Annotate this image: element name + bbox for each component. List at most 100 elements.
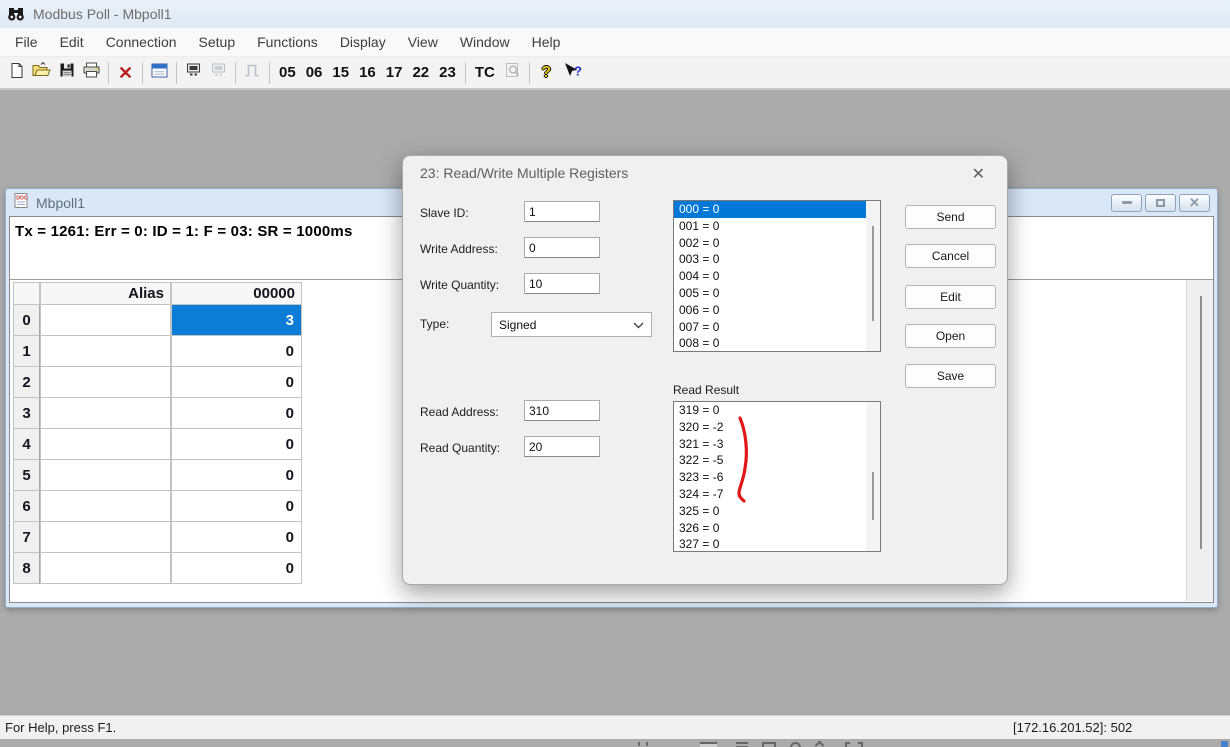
function-16-button[interactable]: 16 [354, 60, 381, 86]
alias-cell[interactable] [40, 491, 171, 522]
alias-cell[interactable] [40, 336, 171, 367]
setup-window-button[interactable] [147, 60, 172, 86]
menu-view[interactable]: View [397, 30, 449, 54]
write-address-field[interactable] [524, 237, 600, 258]
read-address-field[interactable] [524, 400, 600, 421]
row-header[interactable]: 4 [13, 429, 40, 460]
alias-cell[interactable] [40, 460, 171, 491]
open-file-button[interactable] [29, 60, 54, 86]
read-list-item[interactable]: 326 = 0 [674, 520, 880, 537]
menu-connection[interactable]: Connection [95, 30, 188, 54]
write-list-item[interactable]: 004 = 0 [674, 268, 880, 285]
read-quantity-field[interactable] [524, 436, 600, 457]
row-header[interactable]: 8 [13, 553, 40, 584]
register-column-header[interactable]: 00000 [171, 282, 302, 305]
menu-edit[interactable]: Edit [49, 30, 95, 54]
zoom-document-button[interactable] [500, 60, 525, 86]
function-22-button[interactable]: 22 [407, 60, 434, 86]
restore-button[interactable] [1145, 194, 1176, 212]
value-cell[interactable]: 0 [171, 522, 302, 553]
function-17-button[interactable]: 17 [381, 60, 408, 86]
value-cell[interactable]: 0 [171, 491, 302, 522]
print-button[interactable] [79, 60, 104, 86]
menu-help[interactable]: Help [521, 30, 572, 54]
read-list-item[interactable]: 325 = 0 [674, 503, 880, 520]
alias-cell[interactable] [40, 522, 171, 553]
send-button[interactable]: Send [905, 205, 996, 229]
menu-window[interactable]: Window [449, 30, 521, 54]
vertical-scrollbar[interactable] [1186, 280, 1213, 601]
row-header[interactable]: 1 [13, 336, 40, 367]
poll-definition-button[interactable] [206, 60, 231, 86]
read-list-item[interactable]: 319 = 0 [674, 402, 880, 419]
alias-cell[interactable] [40, 398, 171, 429]
read-list-item[interactable]: 323 = -6 [674, 469, 880, 486]
alias-cell[interactable] [40, 305, 171, 336]
value-cell[interactable]: 0 [171, 553, 302, 584]
row-header[interactable]: 3 [13, 398, 40, 429]
function-15-button[interactable]: 15 [327, 60, 354, 86]
write-list-item[interactable]: 006 = 0 [674, 302, 880, 319]
function-23-button[interactable]: 23 [434, 60, 461, 86]
open-button[interactable]: Open [905, 324, 996, 348]
row-header[interactable]: 2 [13, 367, 40, 398]
row-header[interactable]: 0 [13, 305, 40, 336]
write-list-item-selected[interactable]: 000 = 0 [674, 201, 880, 218]
close-button[interactable]: ✕ [1179, 194, 1210, 212]
write-list-item[interactable]: 005 = 0 [674, 285, 880, 302]
alias-cell[interactable] [40, 367, 171, 398]
function-05-button[interactable]: 05 [274, 60, 301, 86]
write-list-scrollbar[interactable] [866, 201, 880, 351]
scrollbar-thumb[interactable] [872, 472, 874, 520]
context-help-button[interactable]: ? [559, 60, 586, 86]
read-list-item[interactable]: 324 = -7 [674, 486, 880, 503]
icon-fragment [736, 742, 748, 744]
type-dropdown[interactable]: Signed [491, 312, 652, 337]
menu-functions[interactable]: Functions [246, 30, 329, 54]
cancel-button[interactable]: Cancel [905, 244, 996, 268]
dialog-close-button[interactable]: ✕ [966, 162, 991, 186]
delete-button[interactable]: ✕ [113, 60, 138, 86]
scrollbar-thumb[interactable] [872, 226, 874, 321]
communication-traffic-button[interactable] [181, 60, 206, 86]
value-cell[interactable]: 0 [171, 460, 302, 491]
write-quantity-field[interactable] [524, 273, 600, 294]
value-cell[interactable]: 0 [171, 367, 302, 398]
alias-cell[interactable] [40, 553, 171, 584]
value-cell[interactable]: 0 [171, 336, 302, 367]
row-header[interactable]: 5 [13, 460, 40, 491]
write-list-item[interactable]: 008 = 0 [674, 335, 880, 352]
row-header[interactable]: 7 [13, 522, 40, 553]
read-result-listbox[interactable]: 319 = 0 320 = -2 321 = -3 322 = -5 323 =… [673, 401, 881, 552]
menu-display[interactable]: Display [329, 30, 397, 54]
save-button[interactable]: Save [905, 364, 996, 388]
read-list-item[interactable]: 321 = -3 [674, 436, 880, 453]
function-06-button[interactable]: 06 [301, 60, 328, 86]
single-poll-button[interactable] [240, 60, 265, 86]
value-cell[interactable]: 0 [171, 429, 302, 460]
write-list-item[interactable]: 001 = 0 [674, 218, 880, 235]
edit-button[interactable]: Edit [905, 285, 996, 309]
read-list-scrollbar[interactable] [866, 402, 880, 551]
write-values-listbox[interactable]: 000 = 0 001 = 0 002 = 0 003 = 0 004 = 0 … [673, 200, 881, 352]
alias-column-header[interactable]: Alias [40, 282, 171, 305]
value-cell[interactable]: 0 [171, 398, 302, 429]
slave-id-field[interactable] [524, 201, 600, 222]
menu-file[interactable]: File [4, 30, 49, 54]
help-button[interactable]: ? [534, 60, 559, 86]
value-cell-selected[interactable]: 3 [171, 305, 302, 336]
read-list-item[interactable]: 327 = 0 [674, 536, 880, 552]
read-list-item[interactable]: 320 = -2 [674, 419, 880, 436]
scrollbar-thumb[interactable] [1200, 296, 1202, 549]
write-list-item[interactable]: 007 = 0 [674, 319, 880, 336]
new-file-button[interactable] [4, 60, 29, 86]
save-button[interactable] [54, 60, 79, 86]
write-list-item[interactable]: 003 = 0 [674, 251, 880, 268]
test-center-button[interactable]: TC [470, 60, 500, 86]
alias-cell[interactable] [40, 429, 171, 460]
write-list-item[interactable]: 002 = 0 [674, 235, 880, 252]
menu-setup[interactable]: Setup [188, 30, 247, 54]
read-list-item[interactable]: 322 = -5 [674, 452, 880, 469]
row-header[interactable]: 6 [13, 491, 40, 522]
minimize-button[interactable] [1111, 194, 1142, 212]
